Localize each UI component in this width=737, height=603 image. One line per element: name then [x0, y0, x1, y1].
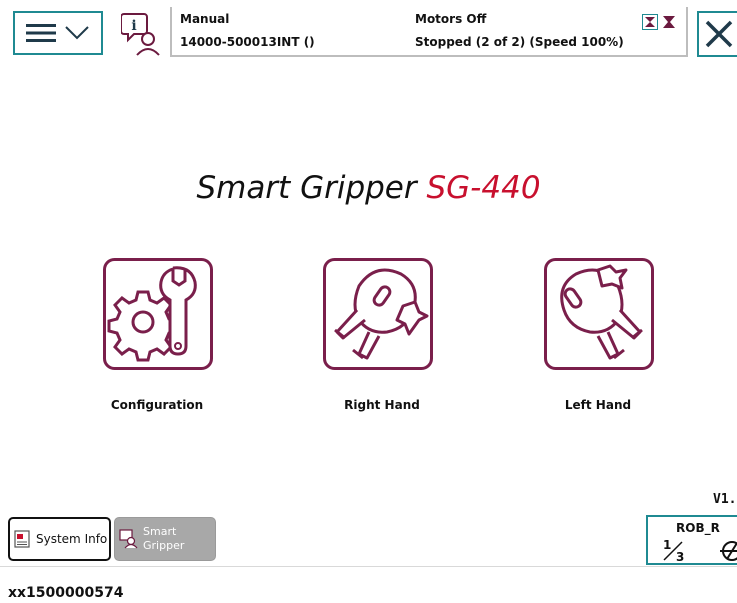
left-hand-label: Left Hand: [564, 398, 632, 412]
figure-id: xx1500000574: [8, 585, 124, 601]
program-state: Stopped (2 of 2) (Speed 100%): [415, 35, 624, 49]
increment-fraction-icon: 1 3: [663, 538, 684, 563]
status-bar[interactable]: Manual 14000-500013INT () Motors Off Sto…: [170, 7, 688, 57]
task-running-icon: [642, 14, 658, 30]
svg-text:i: i: [131, 18, 136, 34]
version-label: V1.: [713, 492, 737, 507]
configuration-label: Configuration: [110, 398, 204, 412]
close-icon: [705, 20, 733, 48]
title-model: SG-440: [426, 170, 541, 206]
close-button[interactable]: [697, 11, 737, 57]
event-log-button[interactable]: i: [120, 11, 161, 57]
configuration-tile[interactable]: [103, 258, 213, 370]
smart-gripper-app-icon: [119, 529, 138, 549]
system-name: 14000-500013INT (): [180, 35, 315, 49]
left-hand-tile[interactable]: [544, 258, 654, 370]
task-stopped-icon: [663, 16, 675, 28]
right-hand-tile[interactable]: [323, 258, 433, 370]
taskbar-smart-gripper-label: Smart Gripper: [143, 525, 185, 552]
quickset-button[interactable]: ROB_R 1 3: [646, 515, 737, 565]
chevron-down-icon: [65, 26, 89, 40]
system-info-icon: [14, 530, 30, 548]
right-hand-label: Right Hand: [344, 398, 420, 412]
taskbar-system-info[interactable]: System Info: [8, 517, 111, 561]
taskbar-system-info-label: System Info: [36, 532, 108, 546]
operating-mode: Manual: [180, 12, 230, 26]
info-user-icon: i: [120, 13, 160, 56]
jog-mode-icon: [720, 541, 737, 561]
taskbar-smart-gripper[interactable]: Smart Gripper: [114, 517, 216, 561]
robot-unit-label: ROB_R: [676, 521, 720, 535]
svg-text:3: 3: [676, 550, 684, 563]
hamburger-icon: [26, 24, 56, 42]
motor-state: Motors Off: [415, 12, 487, 26]
svg-text:1: 1: [663, 538, 671, 552]
gear-wrench-icon: [103, 258, 213, 370]
page-title: Smart Gripper SG-440: [0, 170, 737, 206]
right-hand-gripper-icon: [323, 258, 433, 370]
main-menu-button[interactable]: [13, 11, 103, 55]
divider: [0, 566, 737, 567]
left-hand-gripper-icon: [544, 258, 654, 370]
title-text: Smart Gripper: [196, 170, 427, 206]
